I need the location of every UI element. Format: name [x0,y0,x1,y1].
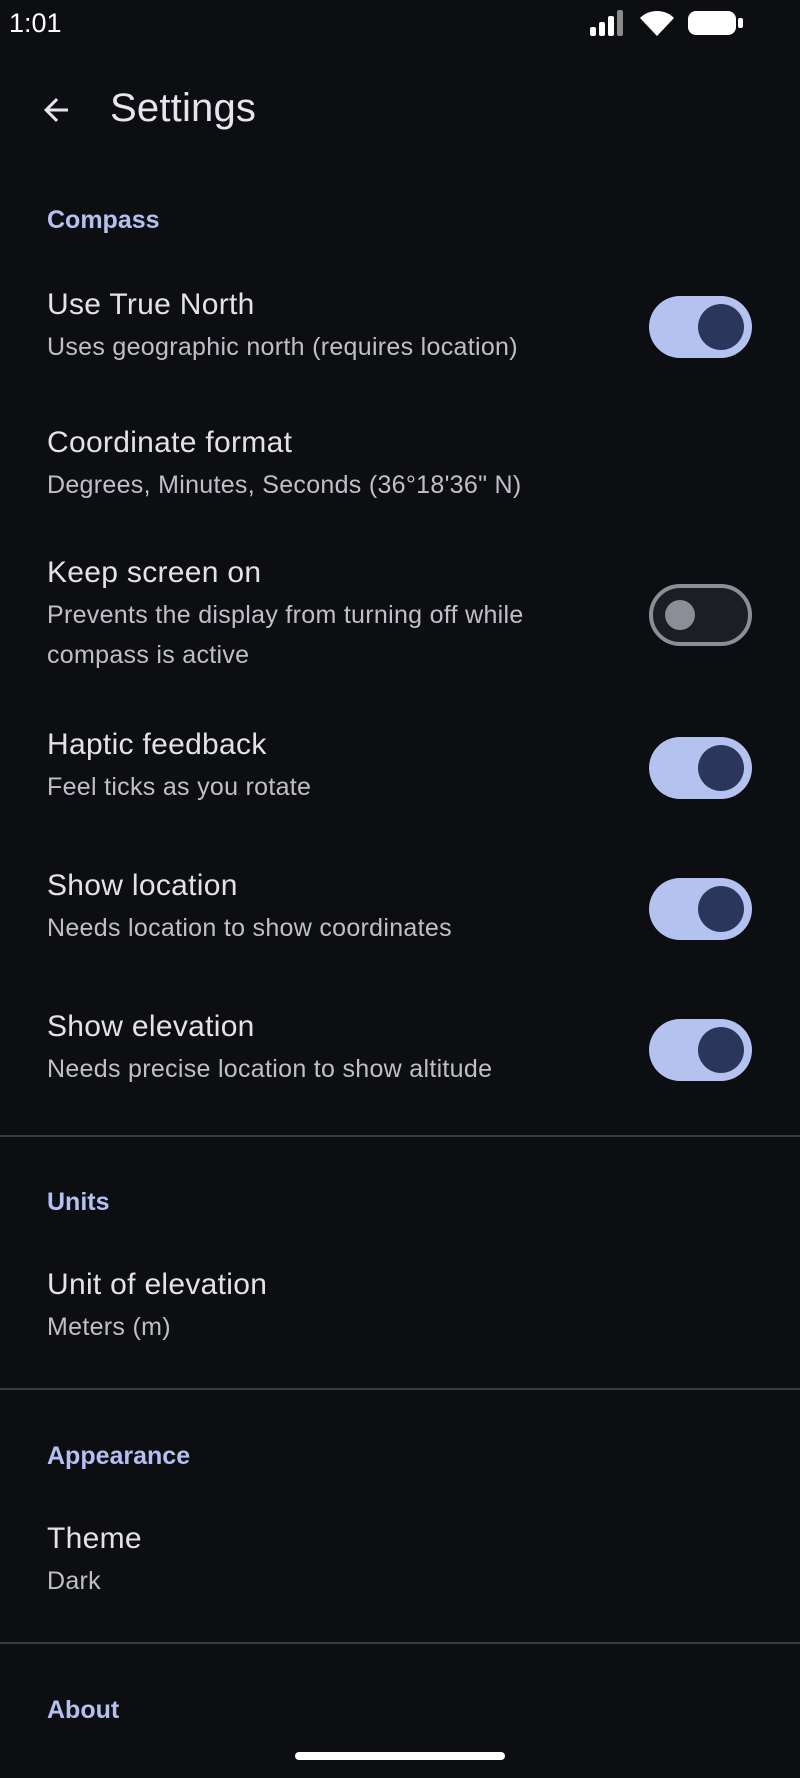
section-divider [0,1388,800,1390]
back-button[interactable] [28,84,84,140]
show-elevation-switch[interactable] [649,1019,752,1081]
setting-use-true-north[interactable]: Use True North Uses geographic north (re… [0,268,800,380]
section-header-appearance: Appearance [47,1442,191,1470]
setting-title: Theme [47,1522,142,1555]
section-divider [0,1642,800,1644]
setting-subtitle: Prevents the display from turning off wh… [47,601,524,669]
setting-title: Show location [47,869,238,902]
setting-subtitle: Dark [47,1567,101,1595]
setting-haptic-feedback[interactable]: Haptic feedback Feel ticks as you rotate [0,708,800,828]
setting-subtitle: Uses geographic north (requires location… [47,333,518,361]
show-location-switch[interactable] [649,878,752,940]
setting-title: Unit of elevation [47,1268,268,1301]
switch-thumb [698,1027,744,1073]
switch-thumb [698,304,744,350]
setting-keep-screen-on[interactable]: Keep screen on Prevents the display from… [0,536,800,688]
setting-subtitle: Needs location to show coordinates [47,914,452,942]
page-title: Settings [110,86,257,130]
section-header-units: Units [47,1188,110,1216]
switch-thumb [698,745,744,791]
setting-theme[interactable]: Theme Dark [0,1504,800,1614]
setting-title: Show elevation [47,1010,255,1043]
setting-title: Haptic feedback [47,728,267,761]
setting-subtitle: Degrees, Minutes, Seconds (36°18'36" N) [47,471,522,499]
switch-thumb [665,600,695,630]
setting-coordinate-format[interactable]: Coordinate format Degrees, Minutes, Seco… [0,406,800,518]
arrow-left-icon [38,92,74,133]
wifi-icon [640,10,674,41]
section-divider [0,1135,800,1137]
section-header-about: About [47,1696,120,1724]
setting-title: Coordinate format [47,426,293,459]
use-true-north-switch[interactable] [649,296,752,358]
setting-subtitle: Needs precise location to show altitude [47,1055,493,1083]
setting-title: Keep screen on [47,556,262,589]
home-indicator[interactable] [295,1752,505,1760]
status-icons [590,9,744,42]
battery-icon [688,9,744,42]
switch-thumb [698,886,744,932]
top-app-bar: Settings [0,60,800,160]
setting-show-location[interactable]: Show location Needs location to show coo… [0,849,800,969]
setting-unit-of-elevation[interactable]: Unit of elevation Meters (m) [0,1250,800,1360]
setting-show-elevation[interactable]: Show elevation Needs precise location to… [0,990,800,1110]
setting-subtitle: Feel ticks as you rotate [47,773,312,801]
status-time: 1:01 [9,8,62,38]
section-header-compass: Compass [47,206,160,234]
setting-subtitle: Meters (m) [47,1313,171,1341]
status-bar: 1:01 [0,0,800,50]
signal-icon [590,9,626,41]
haptic-feedback-switch[interactable] [649,737,752,799]
keep-screen-on-switch[interactable] [649,584,752,646]
setting-title: Use True North [47,288,255,321]
